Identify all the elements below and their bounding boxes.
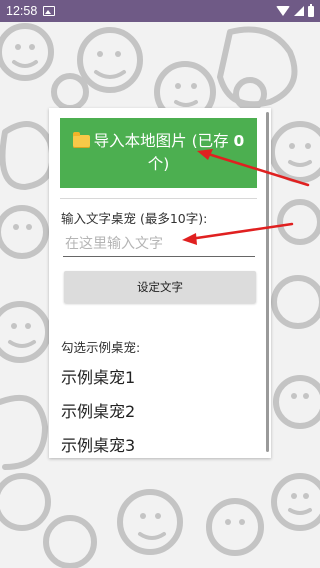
status-bar: 12:58: [0, 0, 320, 22]
battery-icon: [308, 3, 314, 17]
card-scrollbar[interactable]: [266, 112, 269, 452]
folder-icon: [72, 132, 90, 148]
sample-pet-item-3[interactable]: 示例桌宠3: [61, 432, 135, 456]
pet-settings-card: 导入本地图片 (已存 0 个) 输入文字桌宠 (最多10字): 设定文字 勾选示…: [49, 108, 271, 458]
sample-pet-item-1[interactable]: 示例桌宠1: [61, 364, 135, 388]
divider: [60, 198, 257, 199]
import-label-prefix: 导入本地图片 (已存: [93, 132, 234, 150]
text-pet-label: 输入文字桌宠 (最多10字):: [61, 211, 208, 226]
sample-pet-item-2[interactable]: 示例桌宠2: [61, 398, 135, 422]
sample-pets-title: 勾选示例桌宠:: [61, 340, 141, 355]
saved-count: 0: [233, 132, 245, 150]
signal-icon: [294, 6, 304, 16]
import-local-image-button[interactable]: 导入本地图片 (已存 0 个): [60, 118, 257, 188]
text-pet-input[interactable]: [63, 231, 255, 257]
image-notification-icon: [43, 6, 56, 16]
wifi-icon: [276, 6, 290, 16]
set-text-button[interactable]: 设定文字: [64, 271, 256, 303]
status-time: 12:58: [6, 4, 38, 18]
import-label-suffix: 个): [147, 155, 170, 173]
